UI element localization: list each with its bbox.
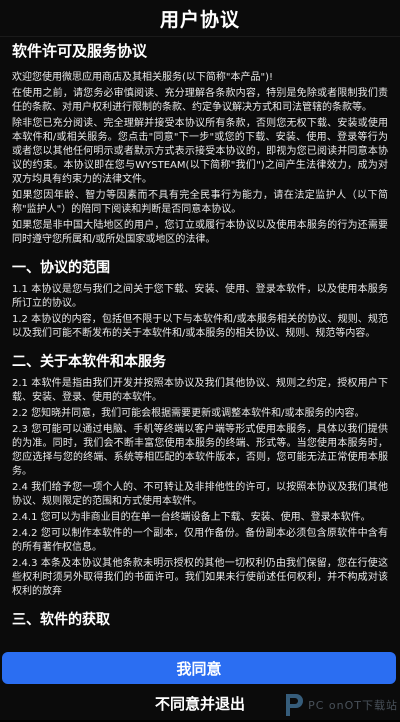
intro-paragraph: 在使用之前，请您务必审慎阅读、充分理解各条款内容，特别是免除或者限制我们责任的条… <box>12 88 388 113</box>
section-paragraphs-software: 2.1 本软件是指由我们开发并按照本协议及我们其他协议、规则之约定，授权用户下载… <box>12 377 388 599</box>
section-paragraph: 2.3 您可能可以通过电脑、手机等终端以客户端等形式使用本服务，具体以我们提供的… <box>12 424 388 477</box>
section-paragraphs-scope: 1.1 本协议是您与我们之间关于您下载、安装、使用、登录本软件，以及使用本服务所… <box>12 283 388 341</box>
section-heading-scope: 一、协议的范围 <box>12 260 110 276</box>
intro-paragraphs: 欢迎您使用微思应用商店及其相关服务(以下简称"本产品")! 在使用之前，请您务必… <box>12 71 388 247</box>
intro-paragraph: 如果您因年龄、智力等因素而不具有完全民事行为能力，请在法定监护人（以下简称"监护… <box>12 190 388 215</box>
intro-paragraph: 欢迎您使用微思应用商店及其相关服务(以下简称"本产品")! <box>12 72 274 83</box>
section-paragraph: 2.4 我们给予您一项个人的、不可转让及非排他性的许可，以按照本协议及我们其他协… <box>12 482 388 507</box>
agreement-screen: 用户协议 软件许可及服务协议 欢迎您使用微思应用商店及其相关服务(以下简称"本产… <box>0 0 400 720</box>
section-paragraph: 2.4.1 您可以为非商业目的在单一台终端设备上下载、安装、使用、登录本软件。 <box>12 512 371 523</box>
section-paragraph: 2.2 您知晓并同意，我们可能会根据需要更新或调整本软件和/或本服务的内容。 <box>12 408 365 419</box>
section-paragraph: 2.4.3 本条及本协议其他条款未明示授权的其他一切权利仍由我们保留，您在行使这… <box>12 558 388 597</box>
decline-exit-button[interactable]: 不同意并退出 <box>0 688 400 718</box>
section-paragraph: 2.1 本软件是指由我们开发并按照本协议及我们其他协议、规则之约定，授权用户下载… <box>12 378 388 403</box>
section-heading-software: 二、关于本软件和本服务 <box>12 354 166 370</box>
agreement-content[interactable]: 软件许可及服务协议 欢迎您使用微思应用商店及其相关服务(以下简称"本产品")! … <box>0 36 400 652</box>
agree-button[interactable]: 我同意 <box>2 652 396 684</box>
doc-title: 软件许可及服务协议 <box>12 42 148 60</box>
section-paragraph: 1.2 本协议的内容，包括但不限于以下与本软件和/或本服务相关的协议、规则、规范… <box>12 314 388 339</box>
page-title: 用户协议 <box>159 8 240 31</box>
intro-paragraph: 如果您是非中国大陆地区的用户，您订立或履行本协议以及使用本服务的行为还需要同时遵… <box>12 220 388 245</box>
section-paragraph: 2.4.2 您可以制作本软件的一个副本，仅用作备份。备份副本必须包含原软件中含有… <box>12 528 388 553</box>
header-bar: 用户协议 <box>0 0 400 37</box>
action-buttons: 我同意 不同意并退出 <box>0 650 400 720</box>
section-heading-acquisition: 三、软件的获取 <box>12 612 110 628</box>
section-paragraph: 1.1 本协议是您与我们之间关于您下载、安装、使用、登录本软件，以及使用本服务所… <box>12 284 388 309</box>
intro-paragraph: 除非您已充分阅读、完全理解并接受本协议所有条款，否则您无权下载、安装或使用本软件… <box>12 118 388 185</box>
